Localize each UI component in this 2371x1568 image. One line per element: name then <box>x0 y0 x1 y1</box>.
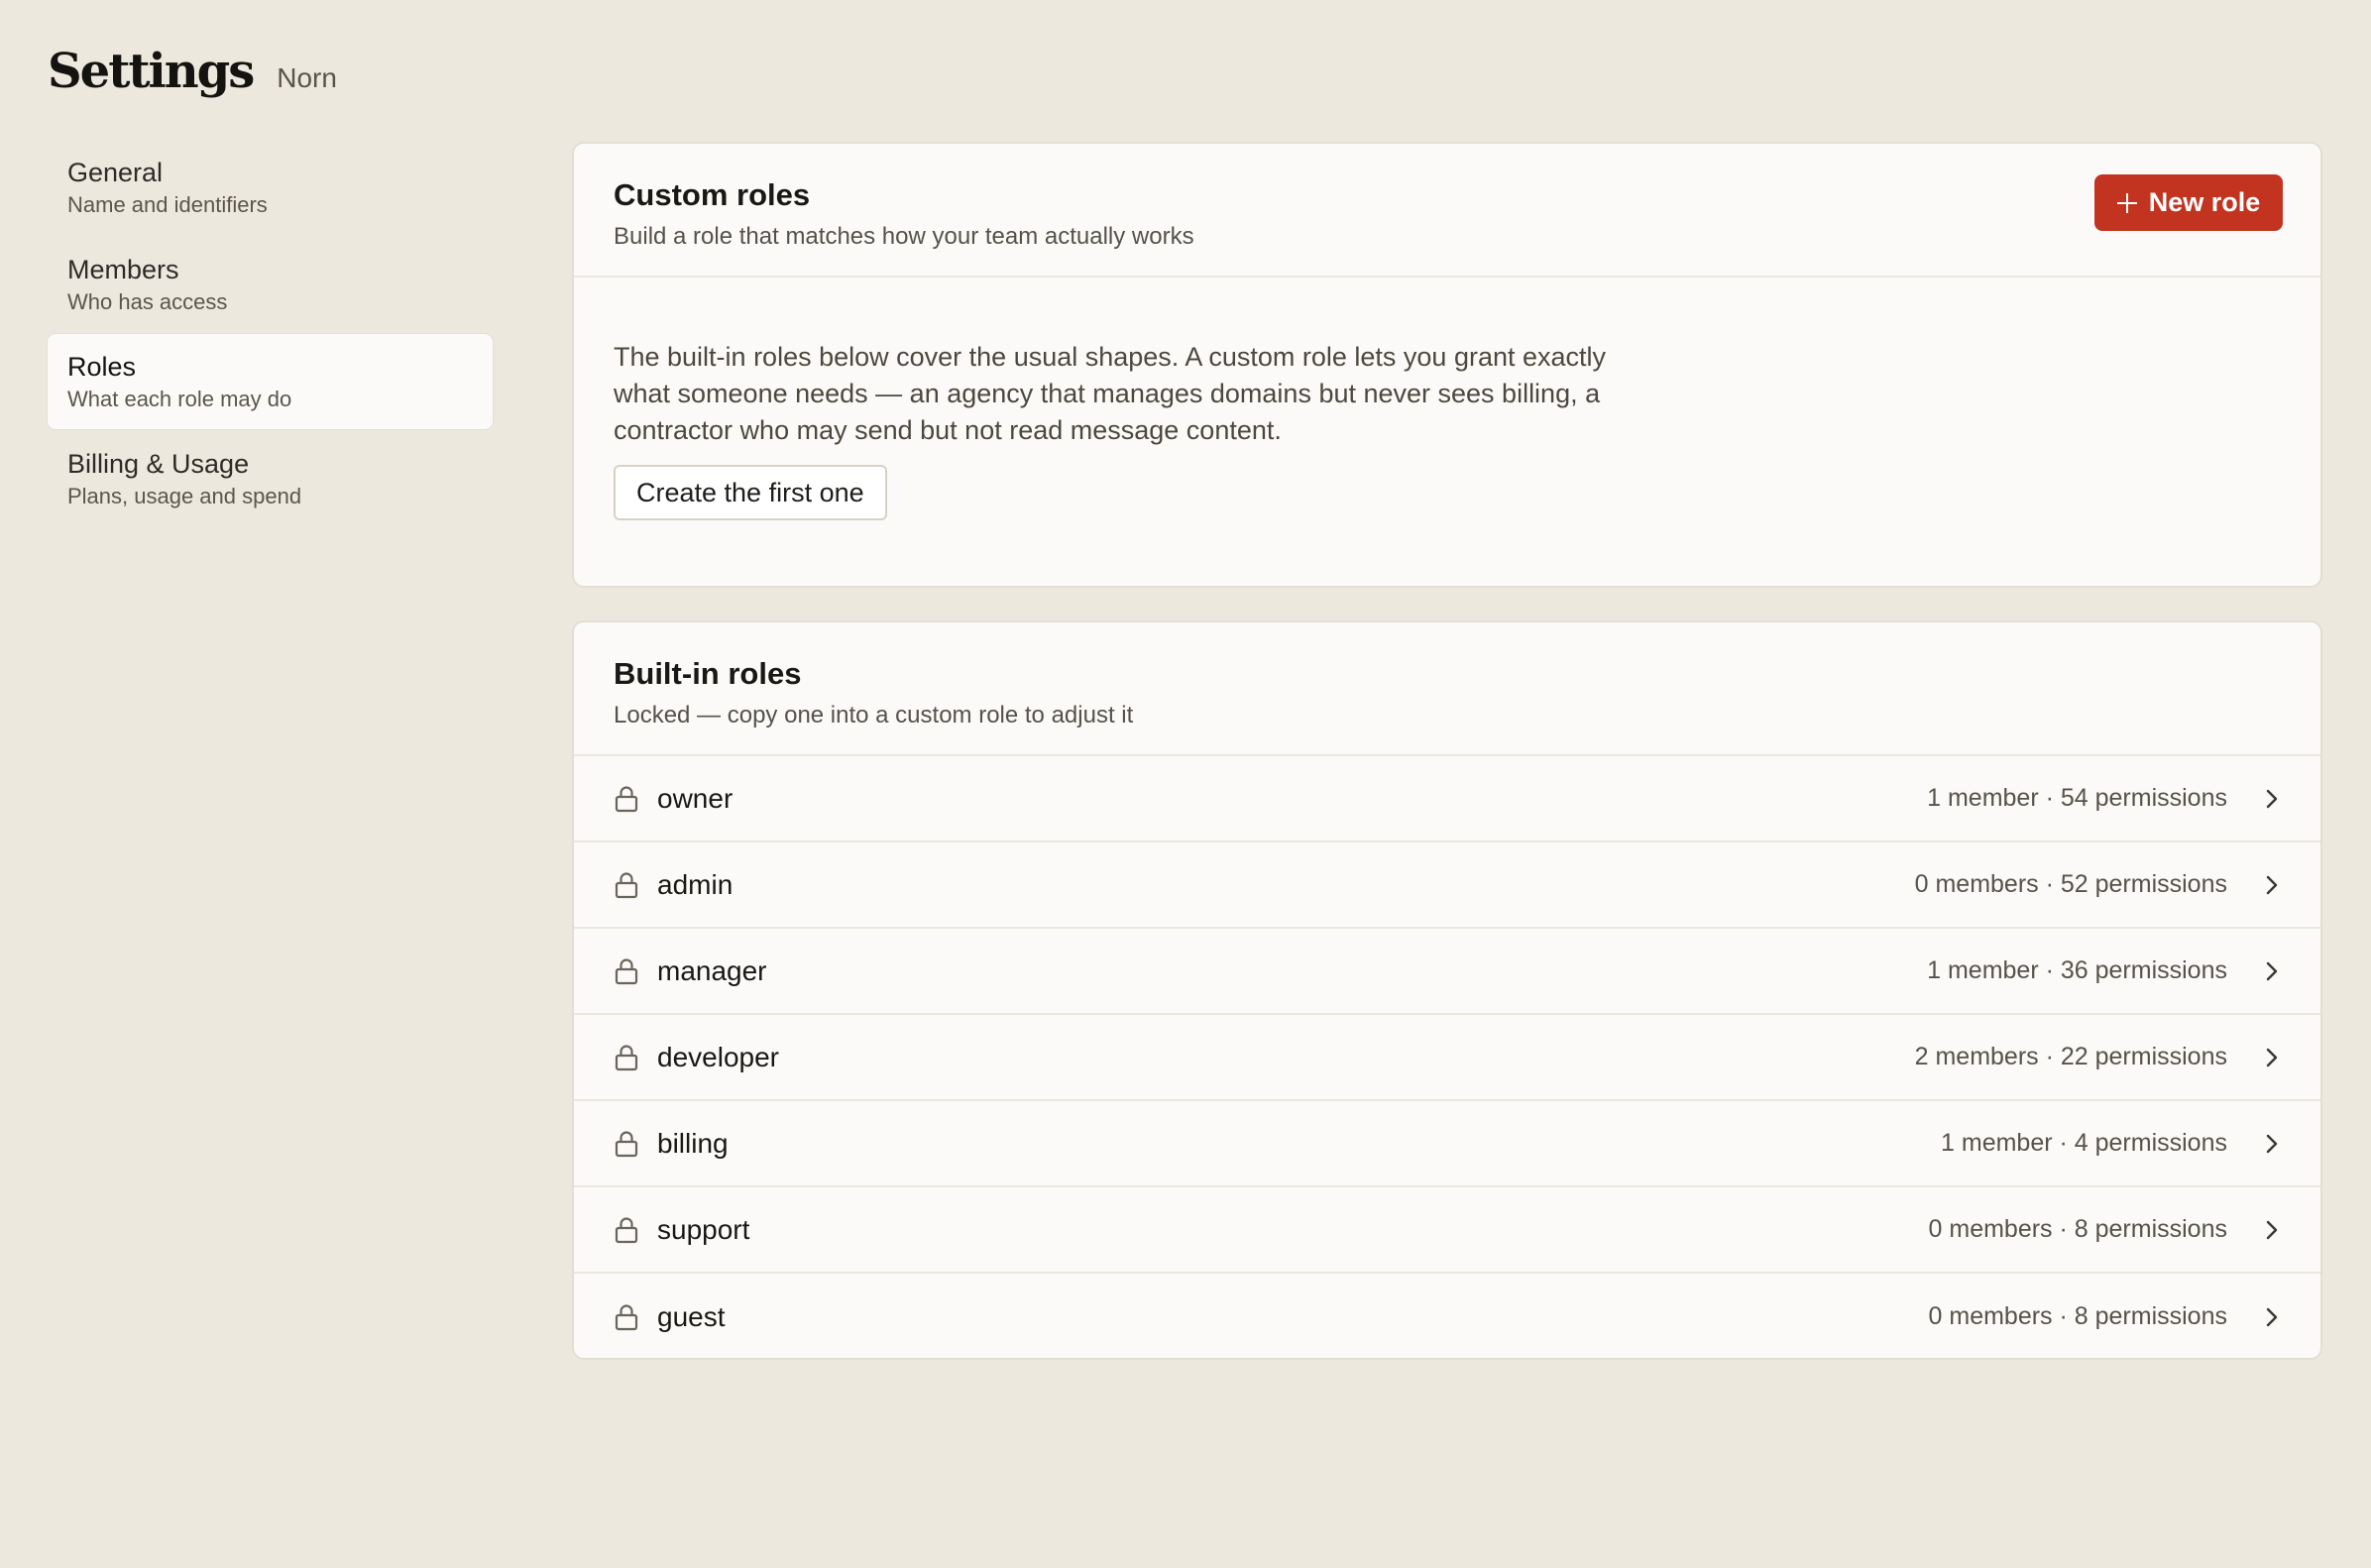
sidebar-item-billing-usage[interactable]: Billing & Usage Plans, usage and spend <box>48 431 493 526</box>
lock-icon <box>614 957 639 985</box>
custom-roles-card: Custom roles Build a role that matches h… <box>572 142 2322 588</box>
role-row-manager[interactable]: manager 1 member · 36 permissions <box>574 929 2320 1015</box>
lock-icon <box>614 1216 639 1244</box>
plus-icon <box>2116 192 2137 213</box>
workspace-name: Norn <box>277 62 337 93</box>
chevron-right-icon <box>2263 1217 2281 1243</box>
custom-roles-subtitle: Build a role that matches how your team … <box>614 223 1194 250</box>
builtin-roles-title: Built-in roles <box>614 656 802 691</box>
settings-sidebar: General Name and identifiers Members Who… <box>48 140 493 528</box>
role-name: owner <box>657 782 734 814</box>
role-name: guest <box>657 1300 726 1332</box>
role-meta: 0 members · 8 permissions <box>1928 1215 2227 1243</box>
role-name: developer <box>657 1041 779 1072</box>
sidebar-item-description: What each role may do <box>67 387 292 411</box>
role-name: admin <box>657 868 734 900</box>
builtin-roles-header: Built-in roles Locked — copy one into a … <box>574 622 2320 756</box>
sidebar-item-general[interactable]: General Name and identifiers <box>48 140 493 235</box>
role-meta: 2 members · 22 permissions <box>1914 1043 2227 1070</box>
chevron-right-icon <box>2263 872 2281 898</box>
custom-roles-empty-state: The built-in roles below cover the usual… <box>574 278 2320 520</box>
sidebar-item-members[interactable]: Members Who has access <box>48 237 493 332</box>
new-role-label: New role <box>2148 187 2261 217</box>
lock-icon <box>614 785 639 813</box>
role-row-support[interactable]: support 0 members · 8 permissions <box>574 1187 2320 1274</box>
page-title: Settings <box>48 44 255 99</box>
custom-roles-header: Custom roles Build a role that matches h… <box>574 144 2320 278</box>
lock-icon <box>614 871 639 899</box>
sidebar-item-label: Members <box>67 255 179 284</box>
chevron-right-icon <box>2263 1045 2281 1070</box>
custom-roles-title: Custom roles <box>614 177 811 212</box>
lock-icon <box>614 1303 639 1331</box>
create-first-role-button[interactable]: Create the first one <box>614 465 887 520</box>
sidebar-item-description: Plans, usage and spend <box>67 484 302 508</box>
builtin-roles-list: owner 1 member · 54 permissions admin 0 … <box>574 756 2320 1358</box>
role-row-owner[interactable]: owner 1 member · 54 permissions <box>574 756 2320 842</box>
role-name: billing <box>657 1127 729 1159</box>
sidebar-item-label: General <box>67 158 164 187</box>
role-row-admin[interactable]: admin 0 members · 52 permissions <box>574 842 2320 929</box>
sidebar-item-label: Billing & Usage <box>67 449 250 479</box>
role-meta: 0 members · 52 permissions <box>1914 870 2227 898</box>
empty-state-text: The built-in roles below cover the usual… <box>614 342 1607 445</box>
chevron-right-icon <box>2263 958 2281 984</box>
sidebar-item-description: Name and identifiers <box>67 192 268 217</box>
role-name: manager <box>657 954 767 986</box>
role-row-guest[interactable]: guest 0 members · 8 permissions <box>574 1274 2320 1358</box>
sidebar-item-description: Who has access <box>67 289 228 314</box>
chevron-right-icon <box>2263 786 2281 812</box>
role-meta: 1 member · 36 permissions <box>1927 956 2227 984</box>
lock-icon <box>614 1130 639 1158</box>
sidebar-item-roles[interactable]: Roles What each role may do <box>48 334 493 429</box>
role-meta: 1 member · 54 permissions <box>1927 784 2227 812</box>
builtin-roles-card: Built-in roles Locked — copy one into a … <box>572 620 2322 1360</box>
builtin-roles-subtitle: Locked — copy one into a custom role to … <box>614 702 1134 728</box>
role-name: support <box>657 1213 750 1245</box>
new-role-button[interactable]: New role <box>2094 174 2283 231</box>
sidebar-item-label: Roles <box>67 352 137 382</box>
role-meta: 0 members · 8 permissions <box>1928 1302 2227 1330</box>
chevron-right-icon <box>2263 1304 2281 1330</box>
role-row-developer[interactable]: developer 2 members · 22 permissions <box>574 1015 2320 1101</box>
lock-icon <box>614 1044 639 1071</box>
role-row-billing[interactable]: billing 1 member · 4 permissions <box>574 1101 2320 1187</box>
page-header: Settings Norn <box>48 44 337 99</box>
role-meta: 1 member · 4 permissions <box>1941 1129 2227 1157</box>
chevron-right-icon <box>2263 1131 2281 1157</box>
